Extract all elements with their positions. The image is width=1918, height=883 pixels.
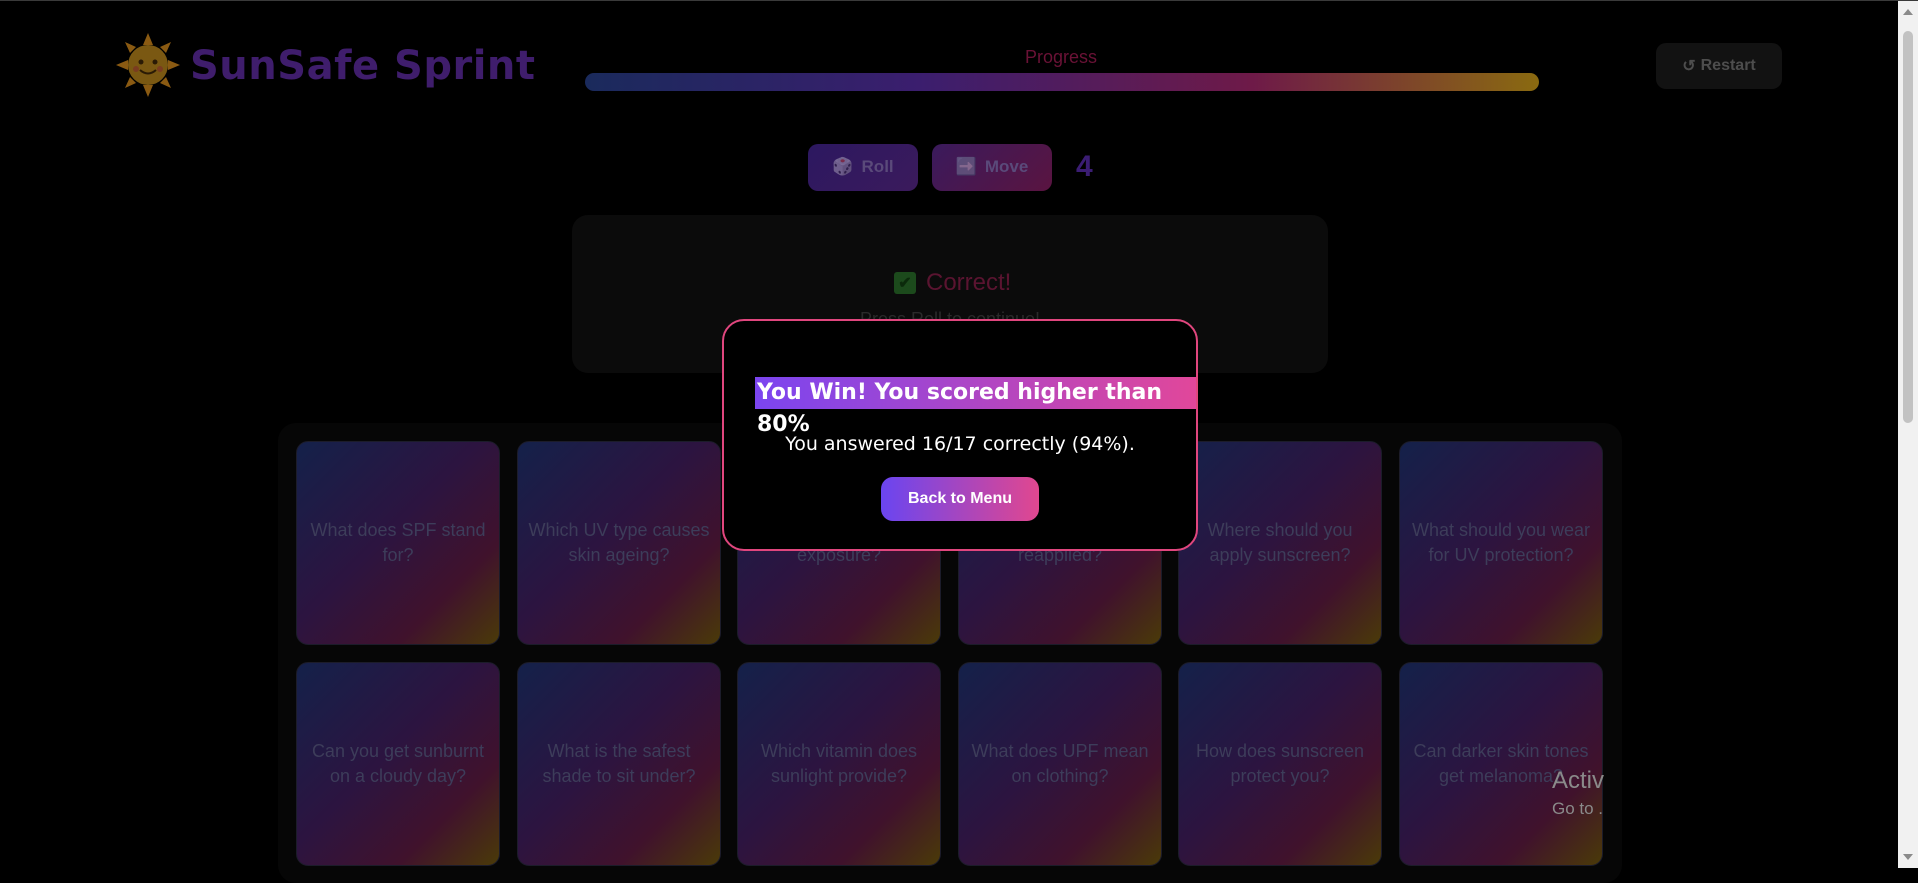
header: SunSafe Sprint Progress ↺ Restart (0, 1, 1898, 131)
modal-title: You Win! You scored higher than 80% (755, 377, 1196, 437)
move-button[interactable]: ➡️ Move (932, 143, 1052, 191)
arrow-right-icon: ➡️ (955, 157, 977, 176)
question-card[interactable]: What does SPF stand for? (296, 441, 500, 645)
question-card[interactable]: Can darker skin tones get melanoma? (1399, 662, 1603, 866)
dice-value: 4 (1076, 150, 1093, 183)
roll-button[interactable]: 🎲 Roll (808, 143, 918, 191)
question-card[interactable]: Which vitamin does sunlight provide? (737, 662, 941, 866)
restart-label: Restart (1700, 57, 1756, 74)
roll-label: Roll (861, 157, 894, 176)
vertical-scrollbar[interactable] (1898, 1, 1918, 868)
restart-button[interactable]: ↺ Restart (1656, 43, 1782, 89)
watermark-line2: Go to . (1552, 799, 1604, 818)
question-card[interactable]: Which UV type causes skin ageing? (517, 441, 721, 645)
sun-logo-icon (116, 33, 180, 97)
question-card[interactable]: What does UPF mean on clothing? (958, 662, 1162, 866)
question-card[interactable]: Where should you apply sunscreen? (1178, 441, 1382, 645)
check-icon: ✔ (894, 272, 916, 294)
scroll-thumb[interactable] (1903, 31, 1913, 423)
scroll-down-arrow-icon[interactable] (1903, 854, 1913, 860)
question-card[interactable]: How does sunscreen protect you? (1178, 662, 1382, 866)
move-label: Move (984, 157, 1029, 176)
feedback-title-row: ✔ Correct! (894, 269, 1011, 297)
modal-message: You answered 16/17 correctly (94%). (785, 433, 1135, 455)
dice-icon: 🎲 (832, 157, 854, 176)
scroll-up-arrow-icon[interactable] (1903, 9, 1913, 15)
question-card[interactable]: What should you wear for UV protection? (1399, 441, 1603, 645)
back-to-menu-button[interactable]: Back to Menu (881, 477, 1039, 521)
win-modal: You Win! You scored higher than 80% You … (722, 319, 1198, 551)
question-card[interactable]: What is the safest shade to sit under? (517, 662, 721, 866)
watermark-line1: Activ (1552, 767, 1605, 794)
feedback-title: Correct! (926, 269, 1012, 296)
question-card[interactable]: Can you get sunburnt on a cloudy day? (296, 662, 500, 866)
game-controls: 🎲 Roll ➡️ Move 4 (808, 143, 1093, 191)
activation-watermark: Activ Go to . (1552, 767, 1604, 819)
app-title: SunSafe Sprint (190, 43, 536, 89)
restart-icon: ↺ (1682, 58, 1696, 75)
progress-bar (585, 73, 1539, 91)
progress-label: Progress (1025, 47, 1098, 67)
